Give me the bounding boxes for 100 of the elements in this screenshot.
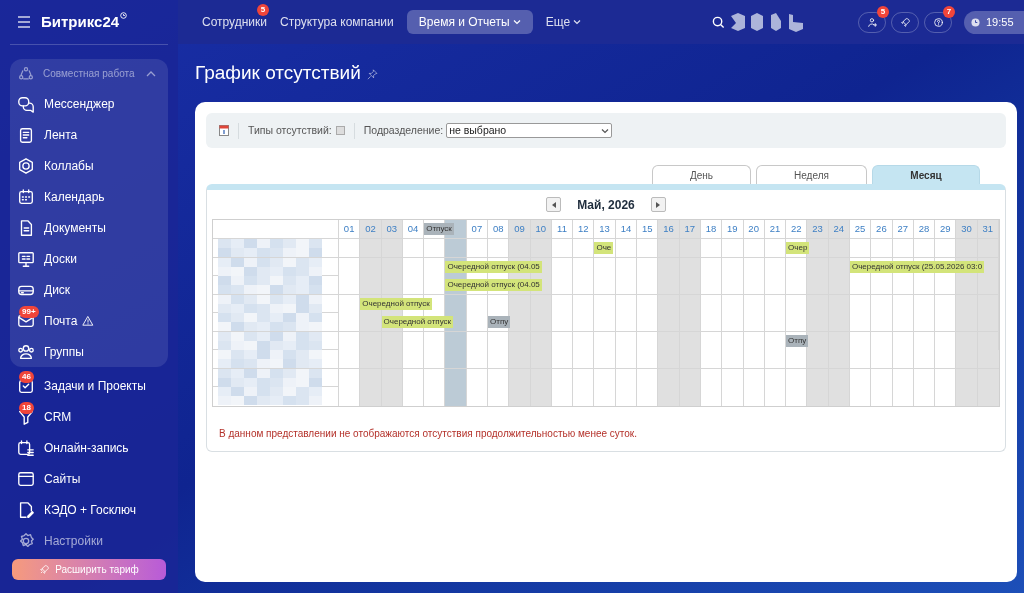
sidebar-item[interactable]: Задачи и Проекты: [44, 376, 146, 395]
month-title: Май, 2026: [577, 196, 635, 214]
chat-icon: [17, 94, 35, 113]
help-icon: [932, 16, 944, 28]
person-add-icon: [866, 16, 878, 28]
day-number: 31: [982, 221, 994, 236]
calendar-list-icon: [17, 438, 35, 457]
caret-icon: [573, 19, 582, 25]
sidebar-item[interactable]: Почта: [44, 311, 78, 330]
notification-badge: 99+: [19, 305, 39, 318]
chevron-down-icon: [601, 127, 610, 134]
sidebar-item[interactable]: Доски: [44, 249, 77, 268]
sidebar-item[interactable]: Лента: [44, 125, 78, 144]
department-select[interactable]: не выбрано: [446, 123, 613, 138]
triangle-right-icon: [656, 201, 661, 208]
settings-icon: [17, 531, 35, 550]
day-number: 13: [599, 221, 610, 236]
sidebar-item[interactable]: Мессенджер: [44, 94, 115, 113]
absence-bar[interactable]: Отпуск: [424, 223, 454, 235]
notification-badge: 7: [943, 5, 955, 18]
calendar-icon: [17, 187, 35, 206]
day-number: 14: [620, 221, 632, 236]
day-number: 29: [939, 221, 951, 236]
chevron-up-icon[interactable]: [146, 69, 156, 78]
view-tab[interactable]: Неделя: [756, 165, 867, 184]
sidebar-item[interactable]: Настройки: [44, 531, 103, 550]
notification-badge: 46: [19, 370, 34, 383]
filter-label: Типы отсутствий:: [248, 122, 332, 138]
day-number: 20: [748, 221, 759, 236]
day-number: 21: [769, 221, 781, 236]
rocket-icon: [39, 564, 51, 575]
page-title: График отсутствий: [195, 60, 361, 85]
search-icon[interactable]: [712, 15, 725, 29]
clock-widget[interactable]: 19:55: [964, 10, 1024, 34]
sidebar-item[interactable]: Коллабы: [44, 156, 94, 175]
board-icon: [17, 249, 35, 268]
absence-bar[interactable]: Очер: [786, 242, 810, 254]
signed-document-icon: [17, 500, 35, 519]
absence-bar[interactable]: Очередной отпуск: [381, 316, 454, 328]
people-icon: [17, 342, 35, 361]
day-number: 16: [663, 221, 674, 236]
document-icon: [17, 125, 35, 144]
sidebar-item[interactable]: Календарь: [44, 187, 105, 206]
day-number: 25: [854, 221, 866, 236]
day-number: 18: [705, 221, 717, 236]
day-number: 23: [812, 221, 823, 236]
clock-icon: [120, 11, 128, 19]
sidebar-item[interactable]: CRM: [44, 407, 72, 426]
notification-badge: 5: [877, 5, 889, 18]
browser-icon: [17, 469, 35, 488]
absence-bar[interactable]: Очередной отпуск (04.05: [445, 279, 542, 291]
day-number: 10: [535, 221, 547, 236]
sidebar-item[interactable]: Диск: [44, 280, 71, 299]
day-number: 15: [641, 221, 653, 236]
calendar-icon[interactable]: [219, 125, 229, 136]
day-number: 22: [790, 221, 802, 236]
day-number: 17: [684, 221, 696, 236]
group-title: Совместная работа: [43, 67, 136, 81]
hexagon-icon: [17, 156, 35, 175]
pin-icon[interactable]: [366, 69, 378, 80]
day-number: 07: [471, 221, 483, 236]
day-number: 11: [557, 221, 567, 236]
sidebar-item[interactable]: Сайты: [44, 469, 81, 488]
view-tab[interactable]: День: [652, 165, 751, 184]
day-number: 09: [514, 221, 525, 236]
day-number: 12: [578, 221, 589, 236]
triangle-left-icon: [551, 201, 556, 208]
logo-text: Битрикс24: [41, 11, 120, 32]
view-tab[interactable]: Месяц: [872, 165, 980, 184]
checkbox[interactable]: [335, 126, 345, 135]
day-number: 02: [365, 221, 376, 236]
day-number: 03: [386, 221, 397, 236]
day-number: 27: [897, 221, 908, 236]
day-number: 04: [407, 221, 419, 236]
menu-icon[interactable]: [17, 16, 31, 28]
nav-tab[interactable]: Время и Отчеты: [406, 10, 533, 34]
day-number: 26: [876, 221, 887, 236]
day-number: 28: [918, 221, 930, 236]
day-number: 24: [833, 221, 845, 236]
next-button[interactable]: [650, 197, 666, 212]
caret-icon: [512, 19, 521, 25]
sidebar-item[interactable]: Документы: [44, 218, 106, 237]
day-number: 01: [343, 221, 355, 236]
notification-badge: 5: [257, 4, 269, 16]
sidebar-item[interactable]: КЭДО + Госключ: [44, 500, 137, 519]
previous-button[interactable]: [546, 197, 562, 212]
day-number: 19: [727, 221, 738, 236]
clock-icon: [971, 17, 980, 27]
nav-tab[interactable]: Структура компании: [276, 10, 398, 34]
notification-badge: 18: [19, 401, 34, 414]
nav-tab[interactable]: Еще: [541, 10, 586, 34]
day-number: 30: [961, 221, 972, 236]
sidebar-item[interactable]: Онлайн-запись: [44, 438, 129, 457]
rocket-icon: [899, 16, 911, 28]
absence-bar[interactable]: Отпу: [488, 316, 511, 328]
info-note: В данном представлении не отображаются отсутствия продолжительностью менее суток.: [218, 426, 638, 441]
absence-bar[interactable]: Оче: [594, 242, 614, 254]
day-number: 08: [492, 221, 504, 236]
sidebar-item[interactable]: Группы: [44, 342, 84, 361]
filter-label: Подразделение:: [363, 122, 444, 138]
